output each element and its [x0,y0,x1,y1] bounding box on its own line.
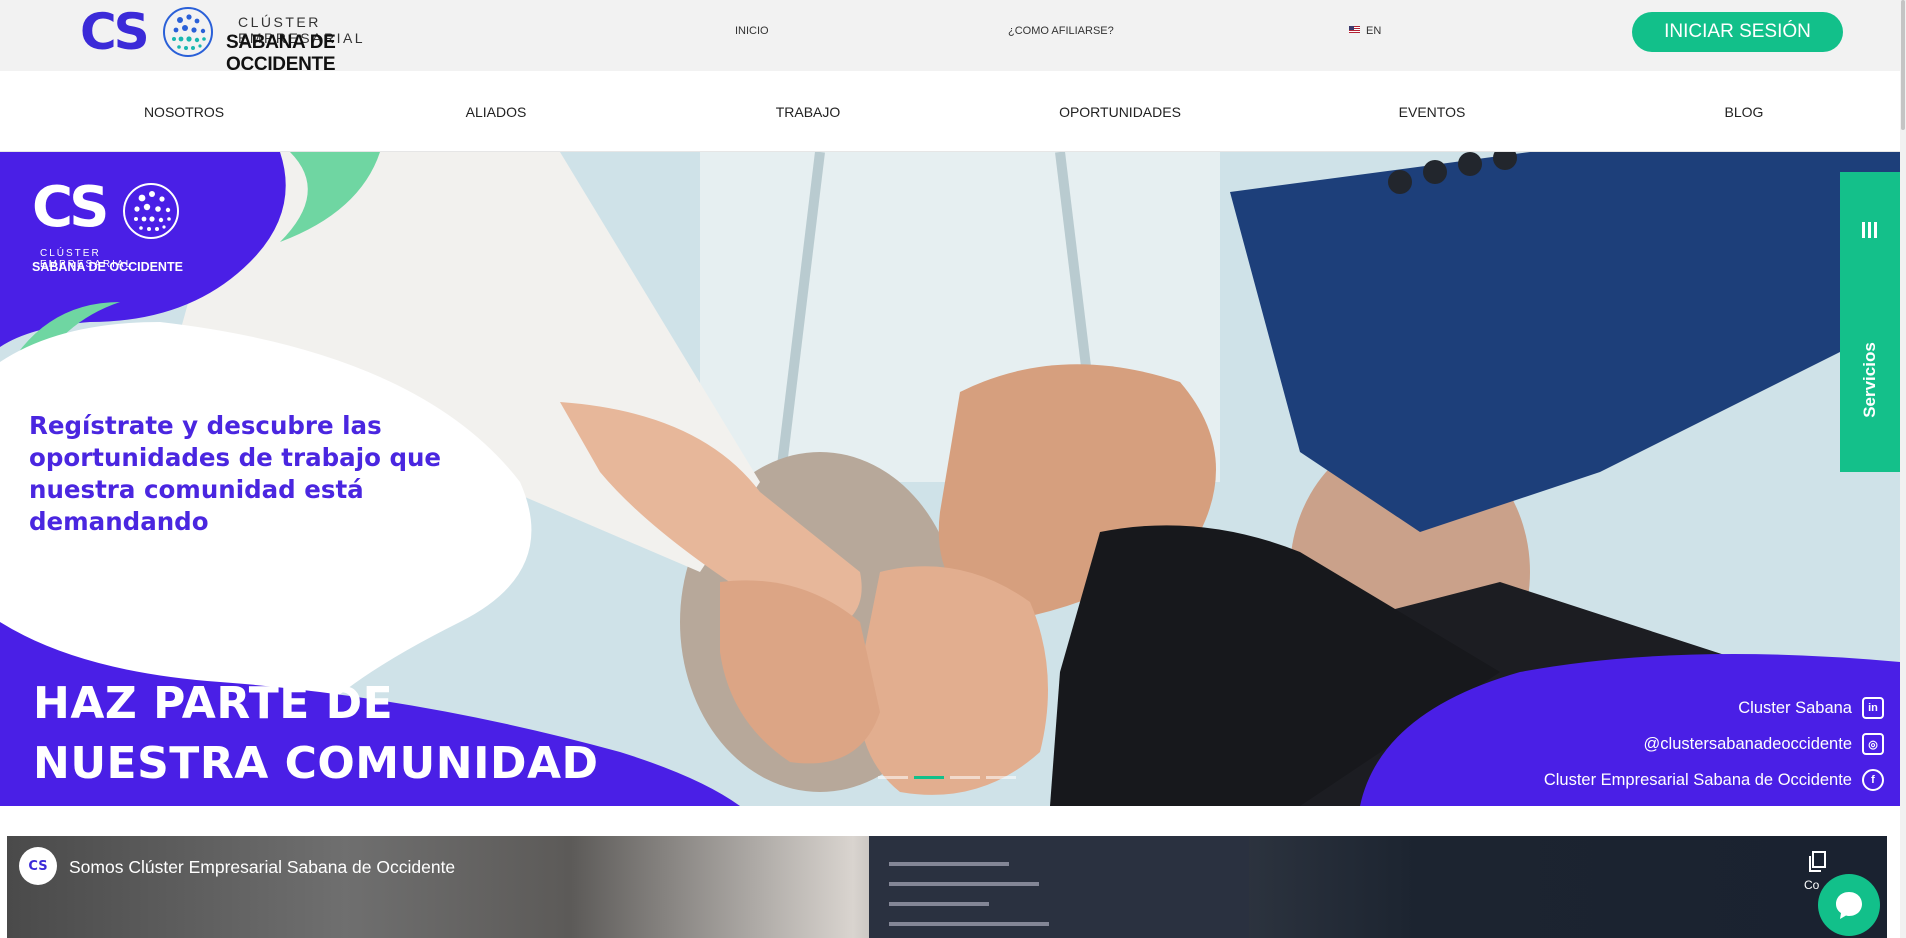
top-bar: CS CLÚSTER EMPRESARIAL SABANA DE OCCIDEN… [0,0,1906,75]
chat-bubble-icon [1836,892,1862,919]
instagram-icon: ◎ [1862,733,1884,755]
facebook-icon: f [1862,769,1884,791]
hero-logo-name: SABANA DE OCCIDENTE [32,260,183,274]
video-thumbnail-chart [869,836,1249,938]
main-nav: NOSOTROS ALIADOS TRABAJO OPORTUNIDADES E… [0,71,1900,152]
video-title[interactable]: Somos Clúster Empresarial Sabana de Occi… [69,857,455,878]
chat-button[interactable] [1818,874,1880,936]
social-instagram-label: @clustersabanadeoccidente [1643,734,1852,753]
language-selector[interactable]: EN [1349,25,1381,37]
page-scrollbar[interactable] [1900,0,1906,938]
hero-banner[interactable]: CS CLÚSTER EMPRESARIAL SABANA DE OCCIDEN… [0,152,1900,806]
carousel-dot-4[interactable] [986,776,1016,779]
hero-title-line1: HAZ PARTE DE [33,678,394,729]
nav-item-oportunidades[interactable]: OPORTUNIDADES [1059,104,1181,120]
channel-avatar[interactable]: CS [19,847,57,885]
hero-logo: CS CLÚSTER EMPRESARIAL SABANA DE OCCIDEN… [32,180,192,280]
site-logo[interactable]: CS CLÚSTER EMPRESARIAL SABANA DE OCCIDEN… [80,3,430,75]
scrollbar-thumb[interactable] [1901,0,1905,130]
nav-item-eventos[interactable]: EVENTOS [1399,104,1466,120]
hero-title: HAZ PARTE DE NUESTRA COMUNIDAD [33,674,633,794]
carousel-dot-2[interactable] [914,776,944,779]
social-linkedin-label: Cluster Sabana [1738,698,1852,717]
social-instagram[interactable]: @clustersabanadeoccidente ◎ [1644,733,1884,755]
copy-link-icon[interactable] [1807,850,1829,880]
carousel-dot-1[interactable] [878,776,908,779]
nav-link-inicio[interactable]: INICIO [735,25,769,37]
linkedin-icon: in [1862,697,1884,719]
nav-item-aliados[interactable]: ALIADOS [466,104,527,120]
nav-link-como-afiliarse[interactable]: ¿COMO AFILIARSE? [1008,25,1114,37]
logo-name: SABANA DE OCCIDENTE [226,32,336,75]
globe-icon [163,7,213,57]
services-icon [1862,222,1878,238]
social-facebook-label: Cluster Empresarial Sabana de Occidente [1543,770,1852,789]
services-label: Servicios [1860,342,1879,418]
hero-logo-letters: CS [32,175,110,240]
hero-title-line2: NUESTRA COMUNIDAD [33,738,599,789]
logo-letters: CS [80,3,150,61]
login-button[interactable]: INICIAR SESIÓN [1632,12,1843,52]
carousel-dots [878,776,1016,779]
language-label: EN [1366,25,1382,37]
video-player[interactable]: CS Somos Clúster Empresarial Sabana de O… [7,836,1887,938]
nav-item-nosotros[interactable]: NOSOTROS [144,104,224,120]
hero-globe-icon [123,183,179,239]
services-side-tab[interactable]: Servicios [1840,172,1900,472]
us-flag-icon [1349,26,1360,33]
hero-subtitle: Regístrate y descubre las oportunidades … [29,411,442,536]
nav-item-blog[interactable]: BLOG [1725,104,1764,120]
copy-link-label: Co [1804,878,1820,892]
nav-item-trabajo[interactable]: TRABAJO [776,104,841,120]
social-linkedin[interactable]: Cluster Sabana in [1738,697,1884,719]
social-facebook[interactable]: Cluster Empresarial Sabana de Occidente … [1544,769,1884,791]
carousel-dot-3[interactable] [950,776,980,779]
